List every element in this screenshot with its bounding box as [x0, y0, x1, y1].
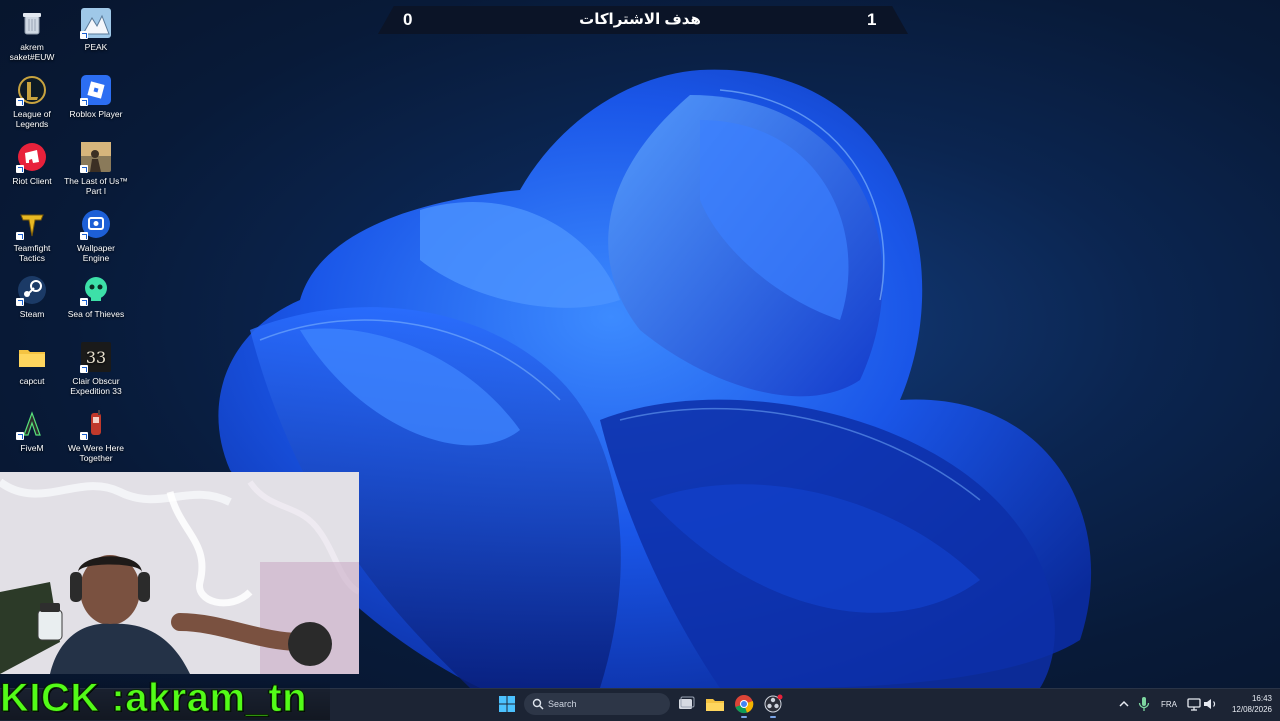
obs-running-indicator — [770, 716, 776, 718]
taskbar-search[interactable]: Search — [524, 693, 670, 715]
volume-button[interactable] — [1198, 692, 1222, 716]
goal-current: 0 — [403, 10, 413, 29]
desktop-icon-fivem[interactable]: FiveM — [0, 405, 64, 467]
desktop-icon-label: Riot Client — [12, 176, 52, 186]
desktop-icon-we-were-here[interactable]: We Were Here Together — [64, 405, 128, 467]
last-of-us-icon — [80, 142, 111, 173]
desktop-icon-label: League of Legends — [13, 109, 51, 129]
task-view-icon — [679, 696, 695, 709]
roblox-icon — [80, 75, 111, 106]
clock-time[interactable]: 16:43 — [1226, 694, 1272, 703]
chrome-icon — [735, 695, 754, 714]
task-view-button[interactable] — [674, 692, 698, 716]
steam-icon — [16, 275, 47, 306]
desktop-icon-league-of-legends[interactable]: League of Legends — [0, 71, 64, 133]
file-explorer-icon — [706, 699, 724, 711]
kick-channel-label: KICK :akram_tn — [0, 676, 330, 721]
desktop-icon-label: PEAK — [84, 42, 108, 52]
folder-icon — [17, 342, 47, 372]
chrome-running-indicator — [741, 716, 747, 718]
webcam-overlay — [0, 472, 359, 674]
goal-target: 1 — [867, 10, 877, 29]
language-indicator[interactable]: FRA — [1161, 700, 1177, 709]
desktop-icon-label: We Were Here Together — [68, 443, 124, 463]
desktop-icon-sea-of-thieves[interactable]: Sea of Thieves — [64, 271, 128, 333]
clair-obscur-icon: 33 — [80, 342, 111, 373]
teamfight-tactics-icon — [16, 209, 47, 240]
microphone-button[interactable] — [1132, 692, 1156, 716]
desktop-icon-label: FiveM — [20, 443, 44, 453]
desktop-icon-label: Steam — [19, 309, 45, 319]
start-icon — [499, 696, 515, 712]
desktop-icon-label: Sea of Thieves — [67, 309, 125, 319]
league-of-legends-icon — [16, 75, 47, 106]
recycle-bin-icon — [17, 8, 47, 38]
search-icon — [532, 698, 544, 710]
file-explorer-button[interactable] — [703, 692, 727, 716]
goal-title: هدف الاشتراكات — [579, 11, 701, 28]
obs-icon — [764, 694, 783, 713]
desktop-icon-clair-obscur[interactable]: 33 Clair Obscur Expedition 33 — [64, 338, 128, 400]
desktop-icon-label: Roblox Player — [69, 109, 123, 119]
volume-icon — [1204, 699, 1216, 709]
clock-date[interactable]: 12/08/2026 — [1220, 705, 1272, 714]
desktop-icon-peak[interactable]: PEAK — [64, 4, 128, 66]
fivem-icon — [16, 409, 47, 440]
desktop-icon-label: capcut — [19, 376, 45, 386]
wallpaper-engine-icon — [80, 209, 111, 240]
obs-button[interactable] — [761, 692, 785, 716]
peak-game-icon — [80, 8, 111, 39]
desktop-icon-label: The Last of Us™ Part I — [64, 176, 128, 196]
desktop-icon-label: akrem saket#EUW — [9, 42, 55, 62]
desktop-icon-steam[interactable]: Steam — [0, 271, 64, 333]
desktop-icon-riot-client[interactable]: Riot Client — [0, 138, 64, 200]
chrome-button[interactable] — [732, 692, 756, 716]
search-placeholder: Search — [548, 699, 577, 709]
desktop-icon-label: Wallpaper Engine — [77, 243, 115, 263]
desktop-icon-roblox[interactable]: Roblox Player — [64, 71, 128, 133]
desktop-icon-recycle-bin[interactable]: akrem saket#EUW — [0, 4, 64, 66]
desktop-icon-teamfight-tactics[interactable]: Teamfight Tactics — [0, 205, 64, 267]
svg-text:33: 33 — [86, 348, 106, 367]
desktop-icon-label: Teamfight Tactics — [13, 243, 51, 263]
riot-client-icon — [16, 142, 47, 173]
microphone-icon — [1138, 697, 1150, 711]
start-button[interactable] — [495, 692, 519, 716]
desktop-icon-capcut-folder[interactable]: capcut — [0, 338, 64, 400]
desktop-icon-label: Clair Obscur Expedition 33 — [70, 376, 122, 396]
desktop-icon-wallpaper-engine[interactable]: Wallpaper Engine — [64, 205, 128, 267]
desktop-icon-last-of-us[interactable]: The Last of Us™ Part I — [64, 138, 128, 200]
sea-of-thieves-icon — [80, 275, 111, 306]
we-were-here-icon — [80, 409, 111, 440]
